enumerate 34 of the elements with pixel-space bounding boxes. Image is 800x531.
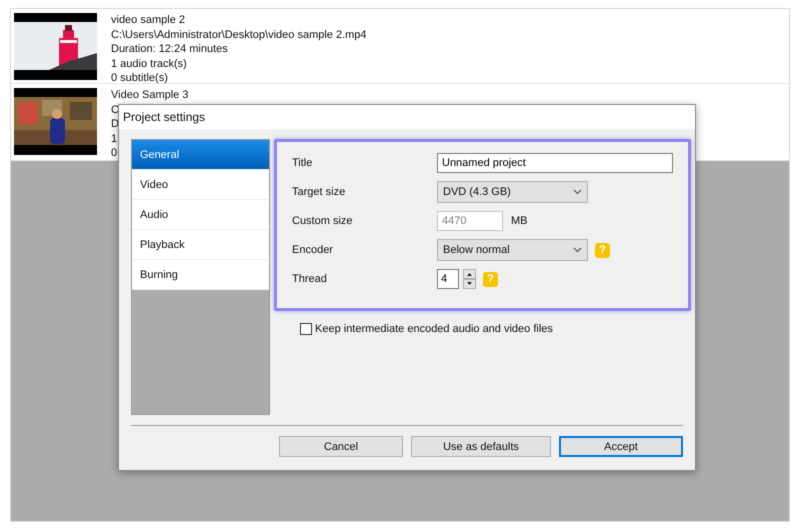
dropdown[interactable]: DVD (4.3 GB) xyxy=(437,181,588,203)
video-detail: C xyxy=(111,102,119,117)
video-detail: 0 xyxy=(111,146,118,160)
field-label: Target size xyxy=(292,186,346,198)
field-label: Thread xyxy=(292,273,328,285)
dropdown[interactable]: Below normal xyxy=(437,239,588,261)
nav-item[interactable]: Audio xyxy=(132,200,269,230)
nav-item[interactable]: Video xyxy=(132,170,269,200)
video-detail: 0 subtitle(s) xyxy=(111,71,168,86)
dialog-button[interactable]: Use as defaults xyxy=(411,436,551,457)
field-label: Custom size xyxy=(292,215,354,227)
video-detail: 1 xyxy=(111,132,118,146)
video-detail: C:\Users\Administrator\Desktop\video sample 2.mp4 xyxy=(111,28,367,42)
field-label: Encoder xyxy=(292,244,334,256)
checkbox[interactable] xyxy=(300,323,312,335)
nav-item[interactable]: Burning xyxy=(132,260,269,290)
video-detail: Duration: 12:24 minutes xyxy=(111,42,228,56)
dialog-button[interactable]: Cancel xyxy=(279,436,403,457)
unit-label: MB xyxy=(511,215,528,227)
checkbox-label: Keep intermediate encoded audio and video files xyxy=(315,323,553,335)
dialog-button[interactable]: Accept xyxy=(559,436,683,457)
spinner-icon[interactable] xyxy=(463,269,476,289)
video-title: Video Sample 3 xyxy=(111,88,188,102)
caret-icon xyxy=(573,189,582,195)
caret-icon xyxy=(573,247,582,253)
video-detail: D xyxy=(111,117,119,132)
nav-item[interactable]: Playback xyxy=(132,230,269,260)
window-title: Project settings xyxy=(123,110,206,124)
video-detail: 1 audio track(s) xyxy=(111,56,187,71)
nav-item[interactable]: General xyxy=(132,140,269,170)
video-title: video sample 2 xyxy=(111,13,185,28)
number-field[interactable]: 4 xyxy=(437,269,459,289)
text-field[interactable]: Unnamed project xyxy=(437,153,673,173)
field-label: Title xyxy=(292,157,314,169)
